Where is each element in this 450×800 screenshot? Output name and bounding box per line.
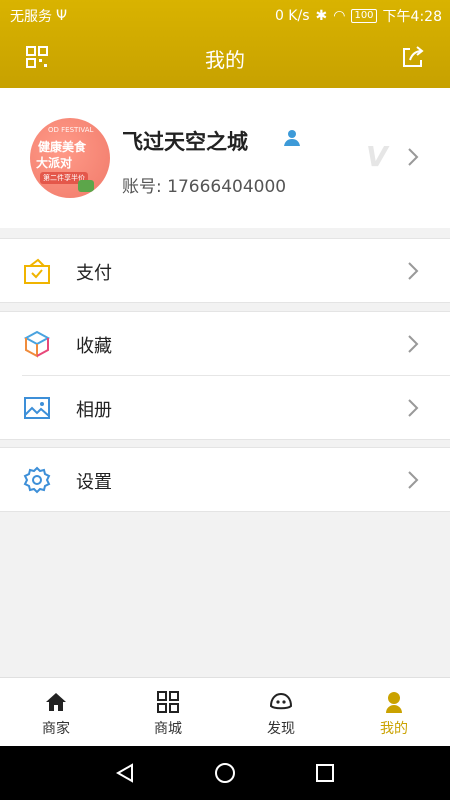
home-circle-icon[interactable] xyxy=(214,762,236,784)
tab-discover[interactable]: 发现 xyxy=(225,678,337,747)
avatar-caption: 大派对 xyxy=(36,156,73,170)
wallet-icon xyxy=(24,258,50,284)
menu-item-payment[interactable]: 支付 xyxy=(0,239,450,302)
account-value: 17666404000 xyxy=(167,177,287,197)
chevron-right-icon xyxy=(408,335,419,353)
battery-icon: 100 xyxy=(351,9,377,23)
user-name: 飞过天空之城 xyxy=(122,130,248,154)
bottom-tab-bar: 商家 商城 发现 我的 xyxy=(0,677,450,746)
tab-label: 我的 xyxy=(380,721,408,737)
verified-user-icon xyxy=(284,130,300,146)
menu-item-label: 支付 xyxy=(76,263,112,284)
tab-merchants[interactable]: 商家 xyxy=(0,678,112,747)
back-icon[interactable] xyxy=(114,762,136,784)
usb-icon: Ψ xyxy=(56,8,68,24)
account-number: 账号: 17666404000 xyxy=(122,172,286,197)
grid-icon xyxy=(157,691,179,713)
avatar-caption: OD FESTIVAL xyxy=(48,126,94,134)
menu-item-label: 相册 xyxy=(76,400,112,421)
clock: 下午4:28 xyxy=(382,9,442,25)
avatar-caption: 健康美食 xyxy=(38,140,87,154)
share-icon[interactable] xyxy=(400,44,426,70)
carrier-text: 无服务 xyxy=(10,9,52,25)
status-bar: 无服务 Ψ 0 K/s ✱ ◠ 100 下午4:28 xyxy=(0,0,450,30)
user-icon xyxy=(386,692,402,713)
tab-label: 商城 xyxy=(154,721,182,737)
menu-item-album[interactable]: 相册 xyxy=(0,376,450,439)
cube-icon xyxy=(23,330,51,358)
home-icon xyxy=(46,693,66,711)
tab-label: 商家 xyxy=(42,721,70,737)
system-nav-bar xyxy=(0,746,450,800)
menu-item-label: 收藏 xyxy=(76,336,112,357)
menu-item-settings[interactable]: 设置 xyxy=(0,448,450,511)
image-icon xyxy=(24,397,50,419)
bluetooth-icon: ✱ xyxy=(315,8,328,24)
network-speed: 0 K/s xyxy=(274,8,310,24)
discover-face-icon xyxy=(269,692,293,710)
tab-label: 发现 xyxy=(267,721,295,737)
app-header: 无服务 Ψ 0 K/s ✱ ◠ 100 下午4:28 我的 xyxy=(0,0,450,88)
gear-icon xyxy=(23,466,51,494)
menu-item-favorites[interactable]: 收藏 xyxy=(0,312,450,375)
chevron-right-icon xyxy=(408,471,419,489)
tab-mine[interactable]: 我的 xyxy=(338,678,450,747)
recents-square-icon[interactable] xyxy=(314,762,336,784)
menu-group-settings: 设置 xyxy=(0,447,450,512)
wifi-icon: ◠ xyxy=(333,8,346,24)
food-graphic xyxy=(78,180,94,192)
profile-card[interactable]: OD FESTIVAL 健康美食 大派对 第二件享半价 飞过天空之城 账号: 1… xyxy=(0,88,450,228)
vip-badge: V xyxy=(366,140,388,173)
page-title: 我的 xyxy=(205,48,245,72)
menu-item-label: 设置 xyxy=(76,472,112,493)
avatar[interactable]: OD FESTIVAL 健康美食 大派对 第二件享半价 xyxy=(30,118,110,198)
chevron-right-icon xyxy=(408,148,419,166)
menu-group-payment: 支付 xyxy=(0,238,450,303)
title-bar: 我的 xyxy=(0,36,450,80)
tab-mall[interactable]: 商城 xyxy=(112,678,224,747)
menu-group-collection: 收藏 相册 xyxy=(0,311,450,440)
account-label: 账号: xyxy=(122,177,162,197)
chevron-right-icon xyxy=(408,262,419,280)
chevron-right-icon xyxy=(408,399,419,417)
